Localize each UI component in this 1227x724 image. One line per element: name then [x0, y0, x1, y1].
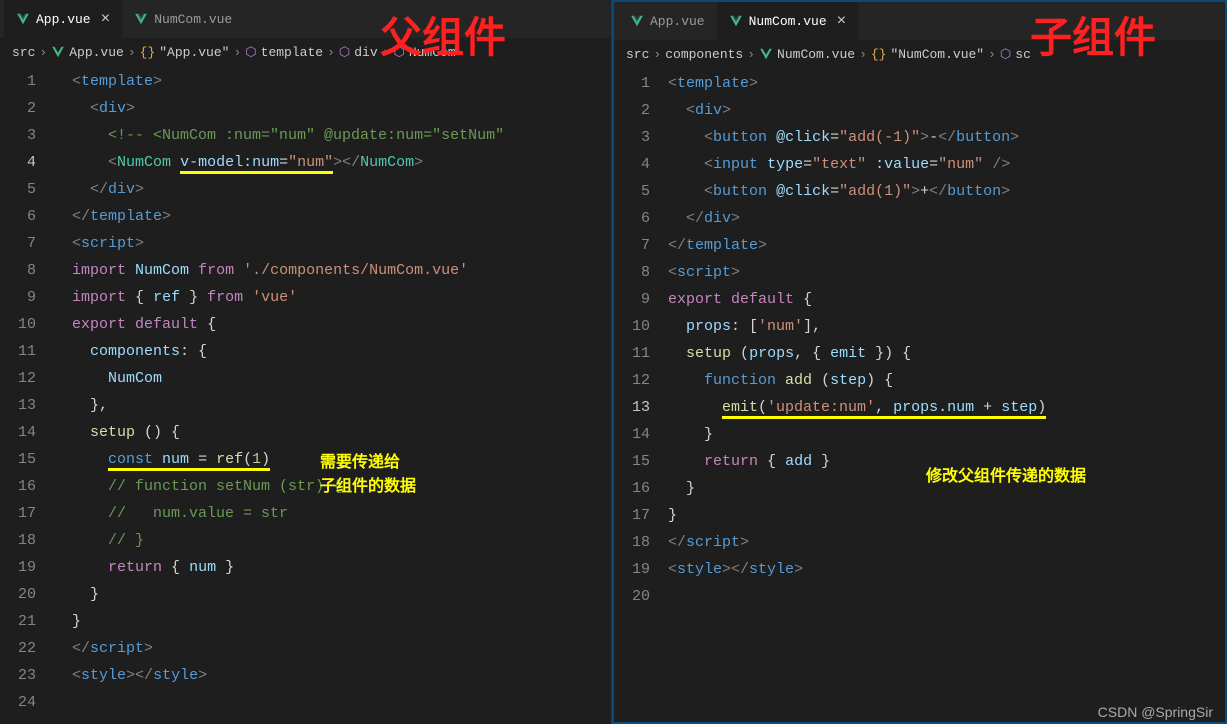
- parent-component-label: 父组件: [380, 4, 506, 65]
- watermark: CSDN @SpringSir: [1098, 704, 1213, 720]
- tab-label: NumCom.vue: [154, 12, 232, 27]
- vue-icon: [134, 12, 148, 26]
- tab-label: NumCom.vue: [749, 14, 827, 29]
- template-icon: ⬡: [1000, 47, 1011, 62]
- tab-label: App.vue: [650, 14, 705, 29]
- template-icon: ⬡: [245, 45, 256, 60]
- breadcrumb-left[interactable]: src› App.vue› {} "App.vue"› ⬡ template› …: [0, 38, 611, 66]
- code-area-right[interactable]: <template> <div> <button @click="add(-1)…: [668, 70, 1225, 610]
- editor-left[interactable]: 123456789101112131415161718192021222324 …: [0, 66, 611, 716]
- line-gutter: 1234567891011121314151617181920: [614, 70, 668, 610]
- vue-icon: [759, 47, 773, 61]
- tab-bar-left: App.vue × NumCom.vue: [0, 0, 611, 38]
- annotation-left: 需要传递给子组件的数据: [320, 448, 416, 496]
- child-component-label: 子组件: [1030, 4, 1156, 65]
- editor-right[interactable]: 1234567891011121314151617181920 <templat…: [614, 68, 1225, 610]
- right-editor-pane: App.vue NumCom.vue × src› components› Nu…: [612, 0, 1227, 724]
- tab-app-vue-right[interactable]: App.vue: [618, 2, 717, 40]
- vue-icon: [51, 45, 65, 59]
- vue-icon: [729, 14, 743, 28]
- close-icon[interactable]: ×: [833, 12, 847, 30]
- vue-icon: [630, 14, 644, 28]
- div-icon: ⬡: [339, 45, 350, 60]
- left-editor-pane: App.vue × NumCom.vue src› App.vue› {} "A…: [0, 0, 612, 724]
- line-gutter: 123456789101112131415161718192021222324: [0, 68, 54, 716]
- tab-numcom-vue-right[interactable]: NumCom.vue ×: [717, 2, 859, 40]
- tab-app-vue[interactable]: App.vue ×: [4, 0, 122, 38]
- tab-label: App.vue: [36, 12, 91, 27]
- tab-numcom-vue[interactable]: NumCom.vue: [122, 0, 244, 38]
- vue-icon: [16, 12, 30, 26]
- close-icon[interactable]: ×: [97, 10, 111, 28]
- code-area-left[interactable]: <template> <div> <!-- <NumCom :num="num"…: [54, 68, 611, 716]
- annotation-right: 修改父组件传递的数据: [926, 462, 1086, 486]
